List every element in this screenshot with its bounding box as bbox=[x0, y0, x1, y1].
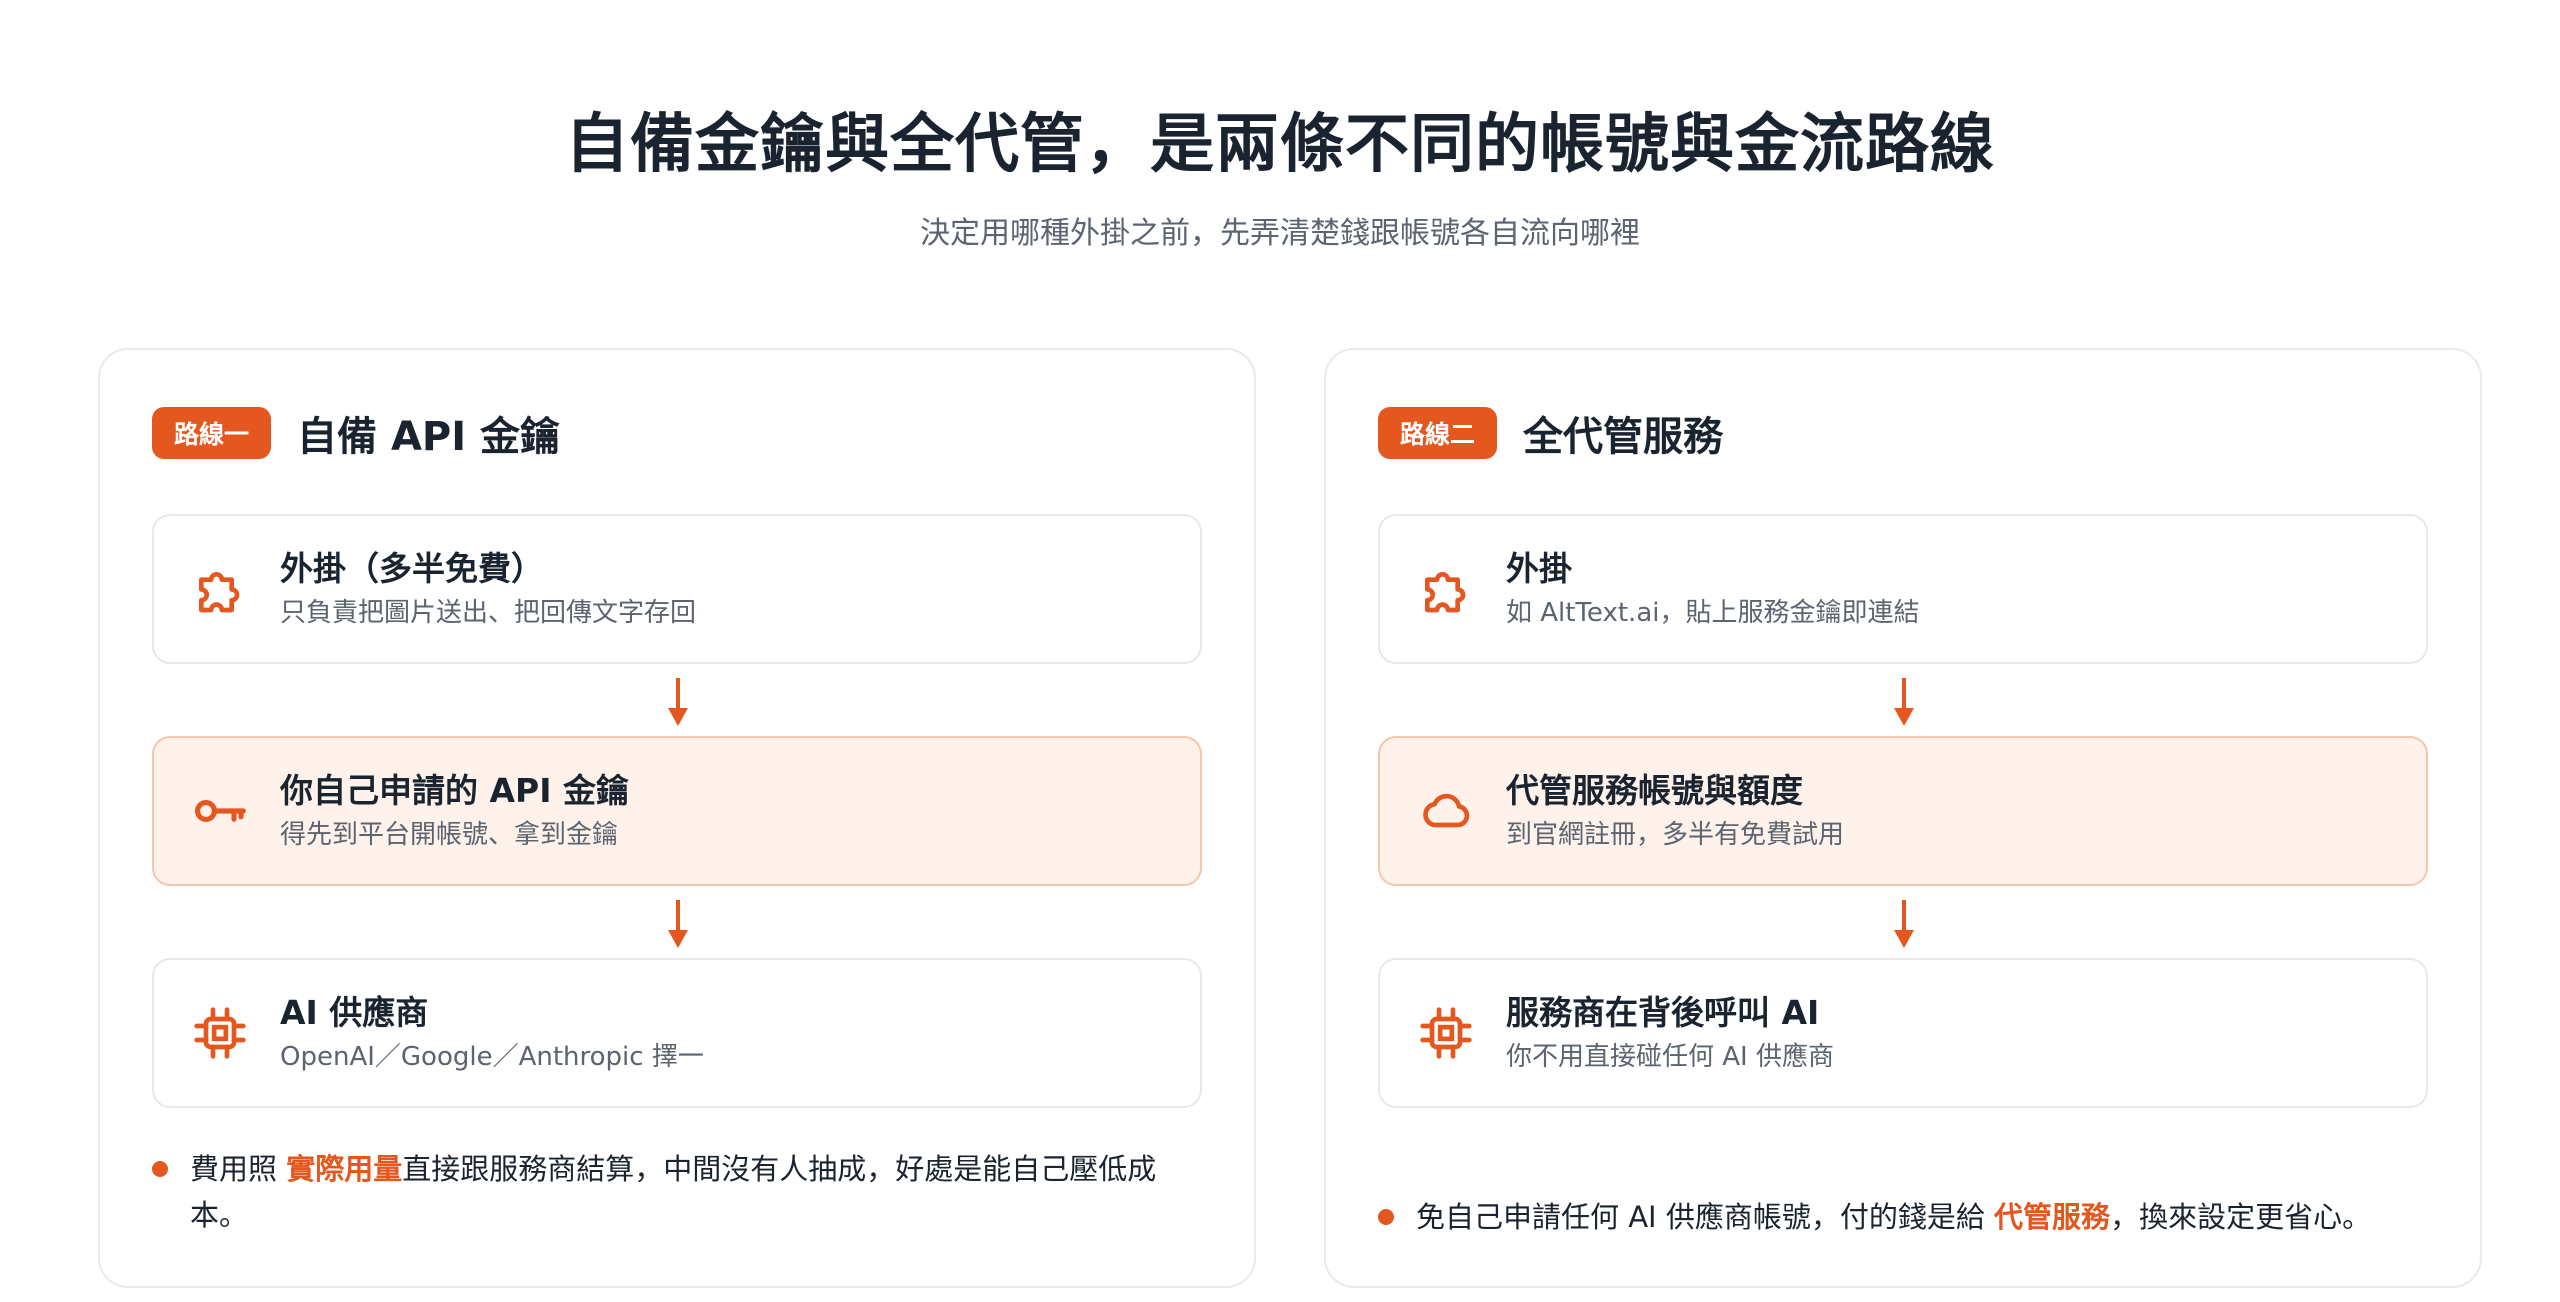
route-title: 全代管服務 bbox=[1523, 414, 1724, 460]
cloud-icon bbox=[1418, 783, 1474, 839]
step-plugin: 外掛（多半免費） 只負責把圖片送出、把回傳文字存回 bbox=[152, 514, 1202, 664]
arrow-down-icon bbox=[668, 678, 688, 726]
step-title: 服務商在背後呼叫 AI bbox=[1506, 993, 1820, 1032]
arrow-down-icon bbox=[1894, 678, 1914, 726]
route-header: 路線一 自備 API 金鑰 bbox=[152, 406, 560, 460]
puzzle-icon bbox=[1418, 561, 1474, 617]
route-badge: 路線一 bbox=[152, 407, 272, 459]
step-desc: 只負責把圖片送出、把回傳文字存回 bbox=[280, 598, 697, 628]
step-title: 外掛 bbox=[1506, 549, 1572, 588]
note-highlight: 代管服務 bbox=[1994, 1200, 2111, 1234]
step-managed-account: 代管服務帳號與額度 到官網註冊，多半有免費試用 bbox=[1378, 736, 2428, 886]
note-text: ，換來設定更省心。 bbox=[2110, 1200, 2372, 1234]
step-api-key: 你自己申請的 API 金鑰 得先到平台開帳號、拿到金鑰 bbox=[152, 736, 1202, 886]
chip-icon bbox=[192, 1005, 248, 1061]
step-ai-backend: 服務商在背後呼叫 AI 你不用直接碰任何 AI 供應商 bbox=[1378, 958, 2428, 1108]
step-title: 外掛（多半免費） bbox=[280, 549, 544, 588]
step-ai-provider: AI 供應商 OpenAI／Google／Anthropic 擇一 bbox=[152, 958, 1202, 1108]
step-title: 代管服務帳號與額度 bbox=[1506, 771, 1803, 810]
arrow-down-icon bbox=[668, 900, 688, 948]
step-desc: 你不用直接碰任何 AI 供應商 bbox=[1506, 1042, 1834, 1072]
page-subtitle: 決定用哪種外掛之前，先弄清楚錢跟帳號各自流向哪裡 bbox=[920, 216, 1640, 251]
chip-icon bbox=[1418, 1005, 1474, 1061]
step-plugin: 外掛 如 AltText.ai，貼上服務金鑰即連結 bbox=[1378, 514, 2428, 664]
step-desc: 到官網註冊，多半有免費試用 bbox=[1506, 820, 1845, 850]
route-panel-1: 路線一 自備 API 金鑰 外掛（多半免費） 只負責把圖片送出、把回傳文字存回 … bbox=[98, 348, 1256, 1288]
step-desc: OpenAI／Google／Anthropic 擇一 bbox=[280, 1042, 704, 1072]
bullet-dot bbox=[152, 1161, 168, 1177]
arrow-down-icon bbox=[1894, 900, 1914, 948]
note-text: 免自己申請任何 AI 供應商帳號，付的錢是給 bbox=[1416, 1200, 1995, 1234]
route-title: 自備 API 金鑰 bbox=[297, 414, 561, 460]
page-title: 自備金鑰與全代管，是兩條不同的帳號與金流路線 bbox=[565, 108, 1995, 182]
note-text: 費用照 bbox=[190, 1152, 287, 1186]
route-note: 費用照 實際用量直接跟服務商結算，中間沒有人抽成，好處是能自己壓低成本。 bbox=[152, 1146, 1162, 1238]
step-title: AI 供應商 bbox=[280, 993, 429, 1032]
route-panel-2: 路線二 全代管服務 外掛 如 AltText.ai，貼上服務金鑰即連結 代管服務… bbox=[1324, 348, 2482, 1288]
header: 自備金鑰與全代管，是兩條不同的帳號與金流路線 決定用哪種外掛之前，先弄清楚錢跟帳… bbox=[0, 100, 2560, 254]
note-highlight: 實際用量 bbox=[286, 1152, 403, 1186]
puzzle-icon bbox=[192, 561, 248, 617]
bullet-dot bbox=[1378, 1209, 1394, 1225]
key-icon bbox=[192, 783, 248, 839]
step-title: 你自己申請的 API 金鑰 bbox=[280, 771, 629, 810]
route-note: 免自己申請任何 AI 供應商帳號，付的錢是給 代管服務，換來設定更省心。 bbox=[1378, 1194, 2388, 1240]
step-desc: 如 AltText.ai，貼上服務金鑰即連結 bbox=[1506, 598, 1920, 628]
route-header: 路線二 全代管服務 bbox=[1378, 406, 1723, 460]
route-badge: 路線二 bbox=[1378, 407, 1498, 459]
step-desc: 得先到平台開帳號、拿到金鑰 bbox=[280, 820, 619, 850]
